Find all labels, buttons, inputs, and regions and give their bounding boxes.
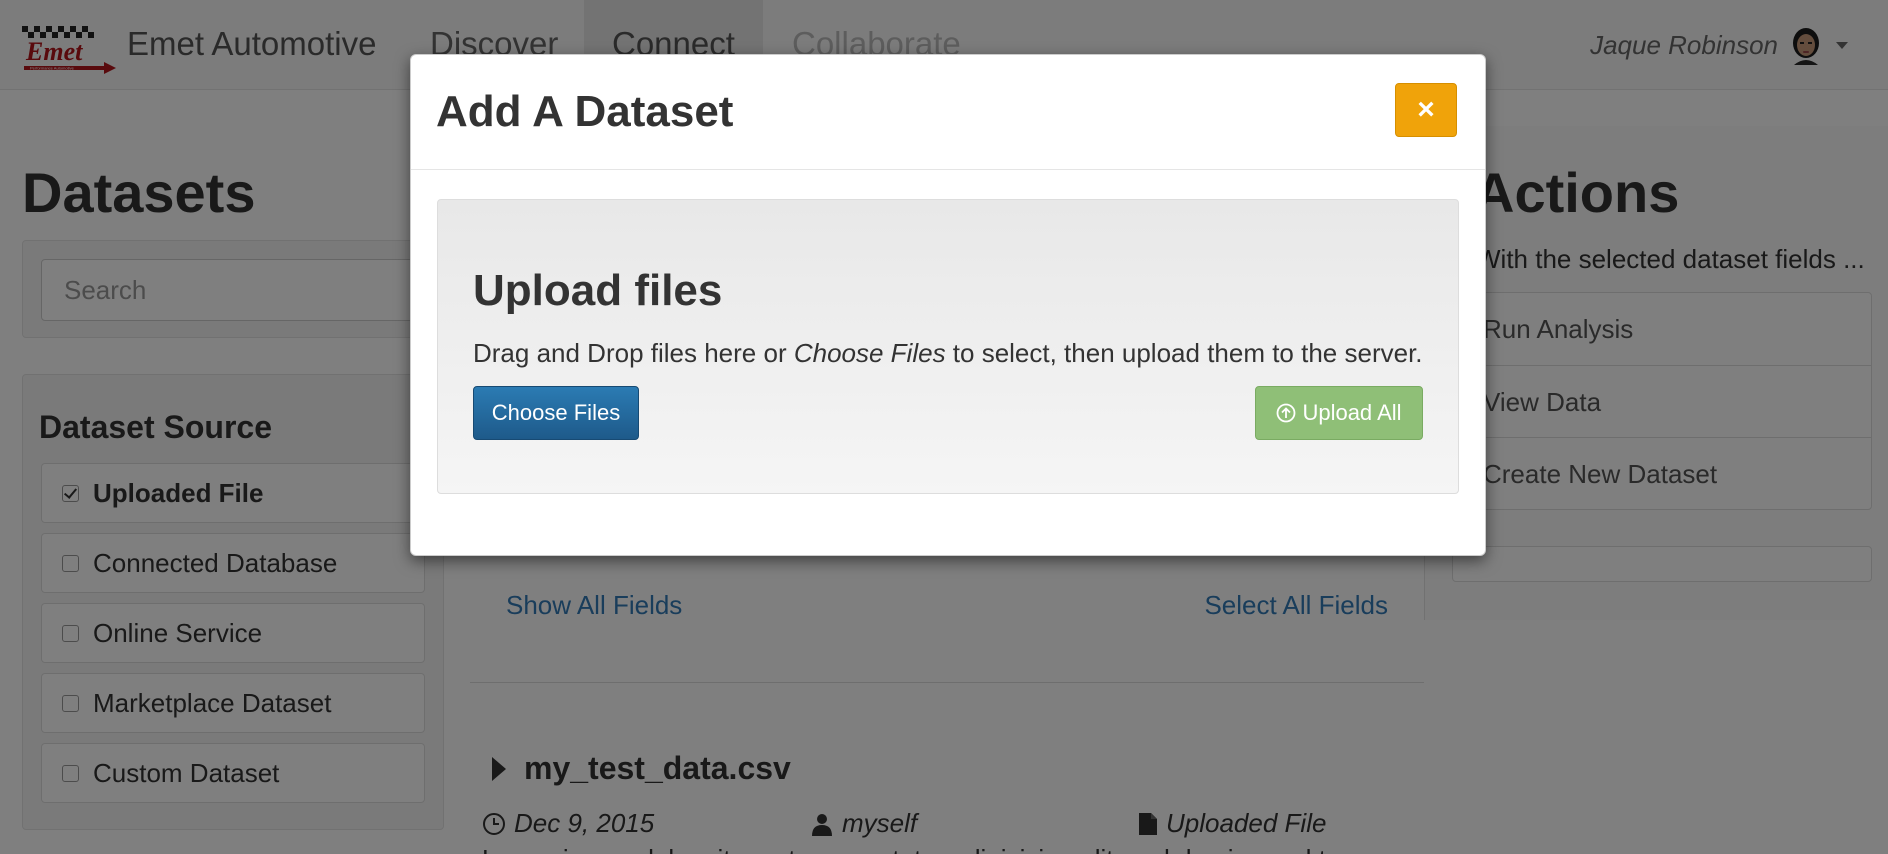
upload-description: Drag and Drop files here or Choose Files… (473, 338, 1423, 368)
modal-header: Add A Dataset × (411, 55, 1485, 170)
upload-title: Upload files (473, 266, 723, 315)
choose-files-button[interactable]: Choose Files (473, 386, 639, 440)
upload-circle-icon (1277, 403, 1296, 423)
add-dataset-modal: Add A Dataset × Upload files Drag and Dr… (410, 54, 1486, 556)
upload-dropzone[interactable]: Upload files Drag and Drop files here or… (437, 199, 1459, 494)
upload-all-button[interactable]: Upload All (1255, 386, 1423, 440)
upload-all-label: Upload All (1302, 400, 1402, 425)
close-button[interactable]: × (1395, 83, 1457, 137)
modal-title: Add A Dataset (436, 87, 734, 136)
close-icon: × (1417, 93, 1435, 126)
